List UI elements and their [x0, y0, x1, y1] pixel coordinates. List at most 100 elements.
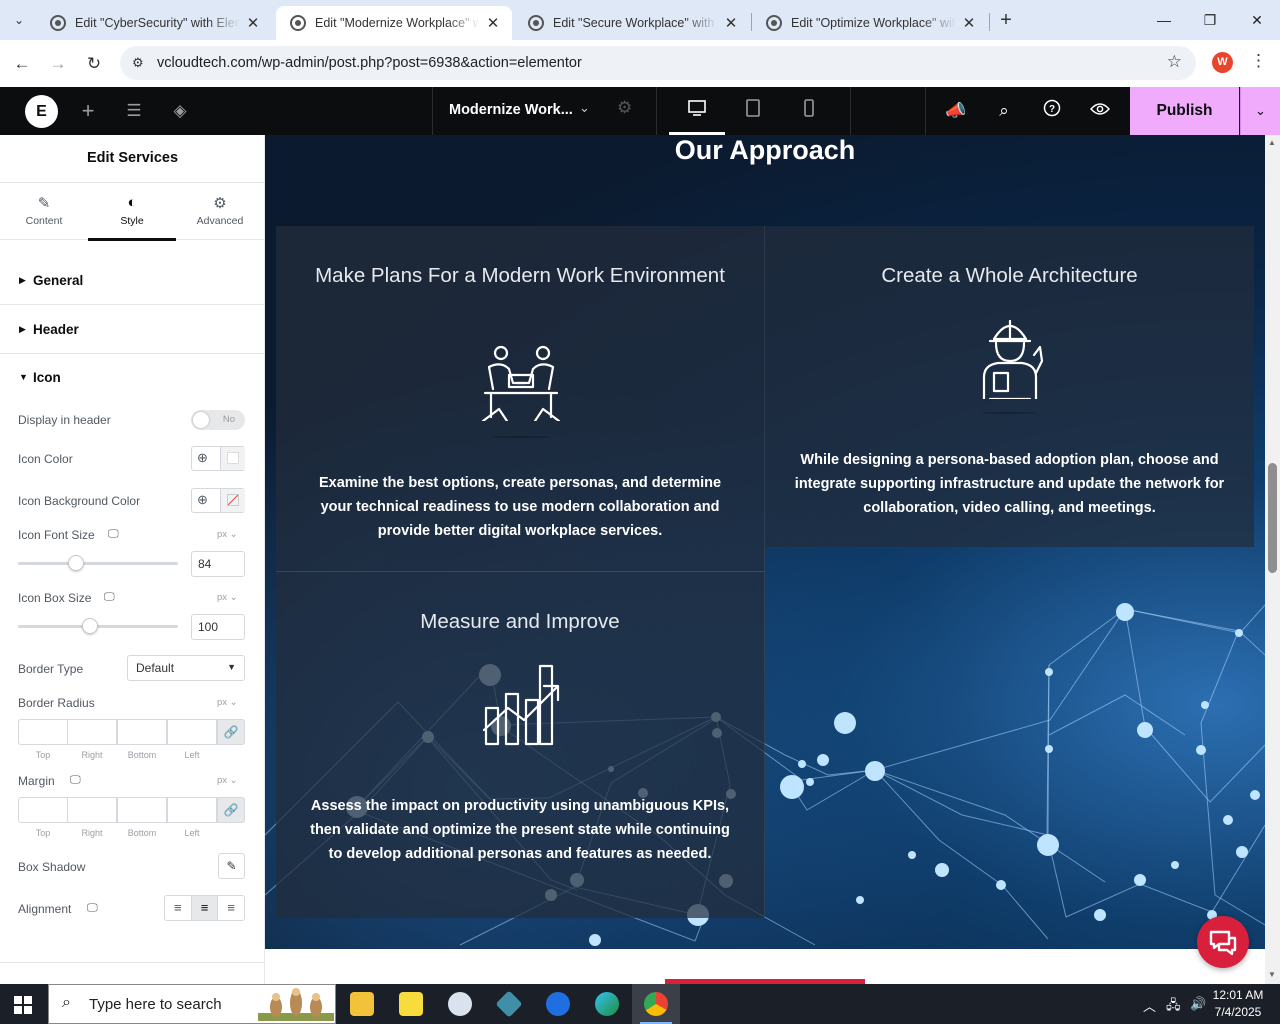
tab-search-icon[interactable]: ⌄: [6, 7, 32, 33]
browser-menu-icon[interactable]: ⋮: [1250, 51, 1267, 71]
icon-font-size-input[interactable]: 84: [191, 551, 245, 577]
browser-tab-cybersecurity[interactable]: Edit "CyberSecurity" with Elementor ✕: [36, 6, 272, 40]
section-header[interactable]: ▶ Header: [0, 305, 264, 354]
publish-button[interactable]: Publish: [1130, 87, 1239, 135]
address-bar[interactable]: ⚙ vcloudtech.com/wp-admin/post.php?post=…: [120, 46, 1196, 80]
global-colors-globe-icon[interactable]: ⊕: [197, 492, 208, 508]
notifications-icon[interactable]: 📣: [944, 99, 968, 123]
unit-selector[interactable]: px ⌄: [217, 697, 238, 708]
close-window-icon[interactable]: ✕: [1234, 0, 1280, 40]
windows-start-icon[interactable]: [14, 996, 32, 1014]
slider-handle[interactable]: [67, 555, 84, 571]
restore-icon[interactable]: ❐: [1187, 0, 1233, 40]
browser-tab-optimize-workplace[interactable]: Edit "Optimize Workplace" with Elementor…: [752, 6, 988, 40]
icon-color-picker[interactable]: ⊕: [191, 446, 245, 471]
icon-box-size-slider[interactable]: [18, 625, 178, 628]
scroll-up-icon[interactable]: ▲: [1268, 138, 1276, 147]
box-shadow-edit-pencil-icon[interactable]: ✎: [218, 853, 245, 879]
tablet-icon[interactable]: [741, 99, 765, 123]
desktop-icon[interactable]: 🖵: [108, 528, 119, 541]
align-left-icon[interactable]: ≡: [165, 896, 192, 920]
slider-handle[interactable]: [82, 618, 98, 634]
close-tab-icon[interactable]: ✕: [960, 14, 978, 32]
canvas-scrollbar[interactable]: ▲ ▼: [1265, 135, 1280, 984]
taskbar-clock[interactable]: 12:01 AM 7/4/2025: [1208, 987, 1268, 1021]
close-tab-icon[interactable]: ✕: [722, 14, 740, 32]
show-hidden-icons-chevron-icon[interactable]: ︿: [1143, 996, 1156, 1015]
chrome-icon[interactable]: [632, 984, 680, 1024]
back-icon[interactable]: ←: [10, 52, 34, 76]
document-settings[interactable]: Modernize Work... ⌄ ⚙: [432, 87, 657, 135]
tab-advanced[interactable]: ⚙ Advanced: [176, 183, 264, 241]
add-element-icon[interactable]: +: [76, 99, 100, 123]
link-values-icon[interactable]: 🔗: [217, 797, 245, 823]
bookmark-star-icon[interactable]: ☆: [1167, 52, 1182, 72]
new-tab-button[interactable]: +: [995, 8, 1017, 32]
global-colors-globe-icon[interactable]: ⊕: [197, 450, 208, 466]
align-right-icon[interactable]: ≡: [218, 896, 244, 920]
profile-avatar[interactable]: W: [1212, 52, 1233, 73]
align-center-icon[interactable]: ≡: [191, 896, 219, 920]
tab-content[interactable]: ✎ Content: [0, 183, 88, 241]
service-card-measure-improve[interactable]: Measure and Improve Assess the impact on…: [276, 572, 765, 918]
mobile-icon[interactable]: [797, 99, 821, 123]
file-explorer-icon[interactable]: [338, 984, 386, 1024]
zoom-icon[interactable]: [534, 984, 582, 1024]
publish-options-chevron-icon[interactable]: ⌄: [1240, 87, 1280, 135]
browser-tab-modernize-workplace[interactable]: Edit "Modernize Workplace" with Elemento…: [276, 6, 512, 40]
border-radius-left-input[interactable]: [167, 719, 217, 745]
preview-eye-icon[interactable]: [1088, 99, 1112, 123]
page-settings-gear-icon[interactable]: ⚙: [617, 98, 632, 118]
reload-icon[interactable]: ↻: [82, 52, 106, 76]
service-card-architecture[interactable]: Create a Whole Architecture While design…: [765, 226, 1254, 547]
browser-tab-secure-workplace[interactable]: Edit "Secure Workplace" with Elementor ✕: [514, 6, 750, 40]
edge-icon[interactable]: [583, 984, 631, 1024]
minimize-icon[interactable]: —: [1141, 0, 1187, 40]
color-swatch-empty[interactable]: [220, 489, 245, 512]
margin-right-input[interactable]: [67, 797, 117, 823]
margin-bottom-input[interactable]: [117, 797, 167, 823]
url-text[interactable]: vcloudtech.com/wp-admin/post.php?post=69…: [157, 55, 582, 71]
site-settings-icon[interactable]: ⚙: [132, 55, 148, 71]
close-tab-icon[interactable]: ✕: [244, 14, 262, 32]
volume-icon[interactable]: 🔊: [1190, 996, 1206, 1012]
tab-style[interactable]: ◐ Style: [88, 183, 176, 241]
section-title[interactable]: Our Approach: [265, 135, 1265, 166]
color-swatch[interactable]: [220, 447, 245, 470]
document-title[interactable]: Modernize Work...: [449, 102, 573, 118]
scrollbar-thumb[interactable]: [1268, 463, 1277, 573]
border-radius-top-input[interactable]: [18, 719, 68, 745]
section-icon[interactable]: ▼ Icon: [0, 353, 264, 402]
margin-top-input[interactable]: [18, 797, 68, 823]
network-icon[interactable]: 🖧: [1166, 996, 1181, 1018]
desktop-icon[interactable]: 🖵: [87, 902, 98, 915]
forward-icon[interactable]: →: [46, 52, 70, 76]
help-icon[interactable]: ?: [1040, 99, 1064, 123]
search-icon[interactable]: ⌕: [992, 99, 1016, 123]
section-general[interactable]: ▶ General: [0, 256, 264, 305]
structure-layers-icon[interactable]: ◈: [168, 99, 192, 123]
desktop-icon[interactable]: [685, 99, 709, 123]
link-values-icon[interactable]: 🔗: [217, 719, 245, 745]
desktop-icon[interactable]: 🖵: [104, 591, 115, 604]
desktop-icon[interactable]: 🖵: [70, 774, 81, 787]
chat-widget-button[interactable]: [1197, 916, 1249, 968]
unit-selector[interactable]: px ⌄: [217, 775, 238, 786]
elementor-logo-icon[interactable]: E: [25, 95, 58, 128]
close-tab-icon[interactable]: ✕: [484, 14, 502, 32]
border-radius-bottom-input[interactable]: [117, 719, 167, 745]
unit-selector[interactable]: px ⌄: [217, 529, 238, 540]
display-in-header-toggle[interactable]: No: [191, 410, 245, 430]
border-type-select[interactable]: Default ▼: [127, 655, 245, 681]
icon-background-color-picker[interactable]: ⊕: [191, 488, 245, 513]
border-radius-right-input[interactable]: [67, 719, 117, 745]
chevron-down-icon[interactable]: ⌄: [579, 100, 590, 116]
scroll-down-icon[interactable]: ▼: [1268, 970, 1276, 979]
margin-left-input[interactable]: [167, 797, 217, 823]
app-icon[interactable]: [485, 984, 533, 1024]
site-settings-sliders-icon[interactable]: ☰: [122, 99, 146, 123]
paint-icon[interactable]: [436, 984, 484, 1024]
icon-font-size-slider[interactable]: [18, 562, 178, 565]
sticky-notes-icon[interactable]: [387, 984, 435, 1024]
service-card-modern-work[interactable]: Make Plans For a Modern Work Environment…: [276, 226, 765, 572]
